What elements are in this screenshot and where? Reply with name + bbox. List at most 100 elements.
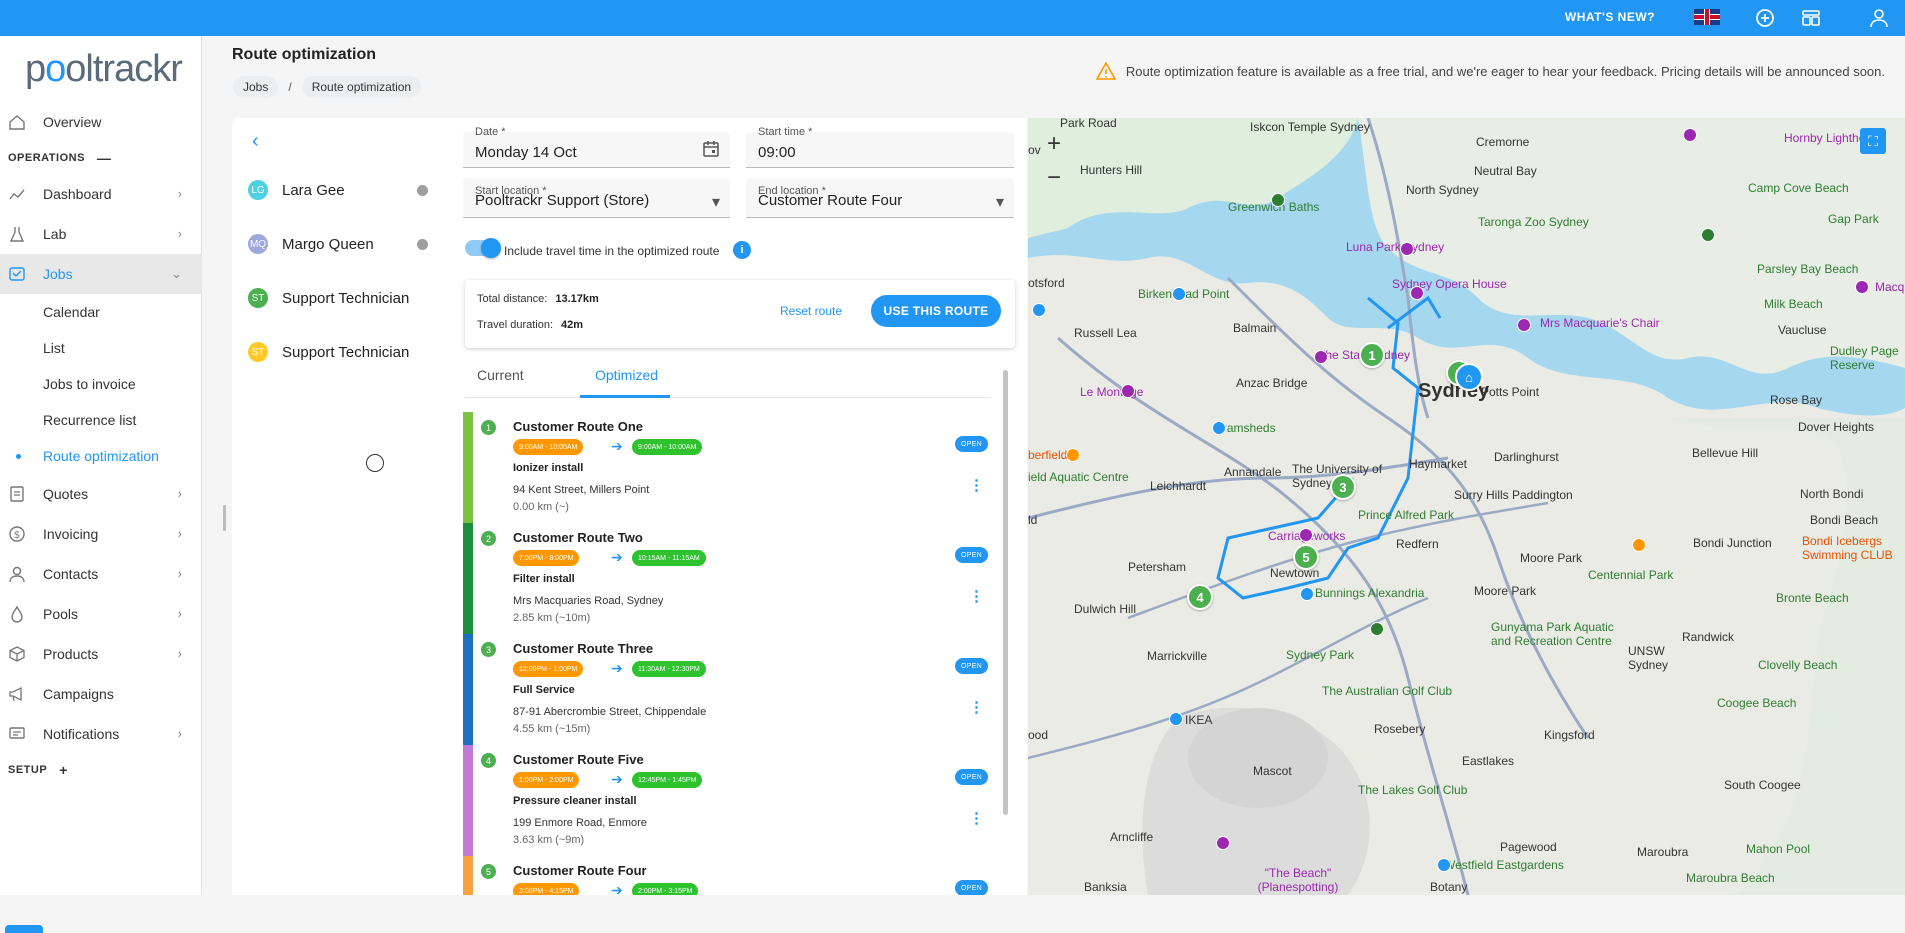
sidebar-item-invoicing[interactable]: $ Invoicing › (0, 514, 202, 554)
more-vert-icon[interactable]: ⋮ (969, 698, 984, 716)
home-icon (8, 113, 26, 131)
pin-icon[interactable] (1216, 836, 1230, 850)
sidebar-item-overview[interactable]: Overview (0, 102, 202, 142)
pin-icon[interactable] (1632, 538, 1646, 552)
end-location-select[interactable]: End location * Customer Route Four ▾ (746, 178, 1014, 218)
route-marker-5[interactable]: 5 (1293, 544, 1319, 570)
original-time-badge: 12:00PM - 1:00PM (513, 661, 584, 677)
sidebar-item-products[interactable]: Products › (0, 634, 202, 674)
pin-icon[interactable] (1701, 228, 1715, 242)
avatar: ST (248, 342, 268, 362)
pin-icon[interactable] (1855, 280, 1869, 294)
pin-icon[interactable] (1169, 712, 1183, 726)
sidebar-item-dashboard[interactable]: Dashboard › (0, 174, 202, 214)
more-vert-icon[interactable]: ⋮ (969, 476, 984, 494)
sidebar-item-lab[interactable]: Lab › (0, 214, 202, 254)
pin-icon[interactable] (1314, 350, 1328, 364)
pin-icon[interactable] (1370, 622, 1384, 636)
sidebar-resize-handle[interactable] (223, 505, 226, 531)
technician-lara-gee[interactable]: LG Lara Gee (248, 175, 428, 205)
park-pin-icon[interactable] (1271, 193, 1285, 207)
uk-flag-icon[interactable] (1694, 9, 1720, 25)
sidebar-item-contacts[interactable]: Contacts › (0, 554, 202, 594)
pooltrackr-logo[interactable]: pooltrackr (25, 48, 183, 91)
more-vert-icon[interactable]: ⋮ (969, 587, 984, 605)
arrow-right-icon: ➔ (611, 771, 623, 787)
breadcrumb: Jobs / Route optimization (233, 76, 422, 98)
back-chevron-icon[interactable]: ‹ (252, 130, 259, 153)
sidebar-subitem-recurrence-list[interactable]: Recurrence list (0, 402, 202, 438)
list-item[interactable]: 3 Customer Route Three 12:00PM - 1:00PM … (463, 634, 998, 745)
pin-icon[interactable] (1400, 242, 1414, 256)
info-icon[interactable]: i (733, 241, 751, 259)
help-tab[interactable] (5, 925, 43, 933)
pin-icon[interactable] (1410, 286, 1424, 300)
breadcrumb-jobs[interactable]: Jobs (233, 76, 279, 98)
arrow-right-icon: ➔ (611, 549, 623, 565)
fullscreen-icon[interactable]: ⛶ (1860, 128, 1886, 154)
tab-optimized[interactable]: Optimized (595, 367, 658, 383)
megaphone-icon (8, 685, 26, 703)
pin-icon[interactable] (1121, 384, 1135, 398)
list-item[interactable]: 1 Customer Route One 9:00AM - 10:00AM ➔ … (463, 412, 998, 523)
pin-icon[interactable] (1437, 858, 1451, 872)
technician-support-1[interactable]: ST Support Technician (248, 283, 428, 313)
route-map[interactable]: Park Road Iskcon Temple Sydney Cremorne … (1028, 118, 1905, 895)
chevron-right-icon: › (177, 566, 182, 581)
pin-icon[interactable] (1212, 421, 1226, 435)
pin-icon[interactable] (1300, 587, 1314, 601)
calendar-icon[interactable] (702, 140, 720, 163)
dashboard-icon[interactable] (1799, 6, 1823, 30)
start-location-home-icon[interactable]: ⌂ (1455, 363, 1483, 391)
list-item[interactable]: 2 Customer Route Two 7:00PM - 8:00PM ➔ 1… (463, 523, 998, 634)
pin-icon[interactable] (1299, 528, 1313, 542)
nav-section-setup[interactable]: SETUP + (0, 754, 202, 786)
stop-list-scrollbar[interactable] (1003, 370, 1008, 815)
original-time-badge: 7:00PM - 8:00PM (513, 550, 580, 566)
sidebar-item-campaigns[interactable]: Campaigns (0, 674, 202, 714)
start-time-field[interactable]: Start time * 09:00 (746, 126, 1014, 168)
sidebar-item-pools[interactable]: Pools › (0, 594, 202, 634)
include-travel-time-toggle[interactable] (465, 238, 501, 258)
sidebar-subitem-list[interactable]: List (0, 330, 202, 366)
list-item[interactable]: 4 Customer Route Five 1:00PM - 2:00PM ➔ … (463, 745, 998, 856)
chevron-right-icon: › (177, 606, 182, 621)
add-circle-icon[interactable] (1753, 6, 1777, 30)
use-this-route-button[interactable]: USE THIS ROUTE (871, 295, 1001, 327)
route-marker-4[interactable]: 4 (1187, 584, 1213, 610)
start-location-select[interactable]: Start location * Pooltrackr Support (Sto… (463, 178, 730, 218)
date-field[interactable]: Date * Monday 14 Oct (463, 126, 730, 168)
zoom-in-button[interactable]: + (1038, 130, 1070, 164)
status-badge: OPEN (955, 436, 989, 452)
status-badge: OPEN (955, 547, 989, 563)
pin-icon[interactable] (1066, 448, 1080, 462)
pin-icon[interactable] (1517, 318, 1531, 332)
pin-icon[interactable] (1032, 303, 1046, 317)
avatar: MQ (248, 234, 268, 254)
sidebar-item-jobs[interactable]: Jobs ⌄ (0, 254, 202, 294)
tab-current[interactable]: Current (477, 367, 524, 383)
more-vert-icon[interactable]: ⋮ (969, 809, 984, 827)
nav-section-operations[interactable]: OPERATIONS — (0, 142, 202, 174)
technician-margo-queen[interactable]: MQ Margo Queen (248, 229, 428, 259)
whats-new-link[interactable]: WHAT'S NEW? (1565, 10, 1655, 24)
sidebar-item-notifications[interactable]: Notifications › (0, 714, 202, 754)
sidebar-subitem-route-optimization[interactable]: Route optimization (0, 438, 202, 474)
drop-icon (8, 605, 26, 623)
pin-icon[interactable] (1683, 128, 1697, 142)
pin-icon[interactable] (1172, 287, 1186, 301)
zoom-out-button[interactable]: − (1038, 164, 1070, 198)
list-item[interactable]: 5 Customer Route Four 3:00PM - 4:15PM ➔ … (463, 856, 998, 895)
breadcrumb-route-optimization: Route optimization (301, 76, 422, 98)
route-summary-card: Total distance: 13.17km Travel duration: 4… (465, 280, 1015, 348)
sidebar-item-quotes[interactable]: Quotes › (0, 474, 202, 514)
route-marker-3[interactable]: 3 (1330, 474, 1356, 500)
reset-route-button[interactable]: Reset route (780, 304, 842, 318)
breadcrumb-separator: / (288, 80, 292, 94)
sidebar-subitem-jobs-to-invoice[interactable]: Jobs to invoice (0, 366, 202, 402)
technician-support-2[interactable]: ST Support Technician (248, 337, 428, 367)
route-marker-1[interactable]: 1 (1359, 342, 1385, 368)
sidebar-subitem-calendar[interactable]: Calendar (0, 294, 202, 330)
user-icon[interactable] (1867, 6, 1891, 30)
person-icon (8, 565, 26, 583)
